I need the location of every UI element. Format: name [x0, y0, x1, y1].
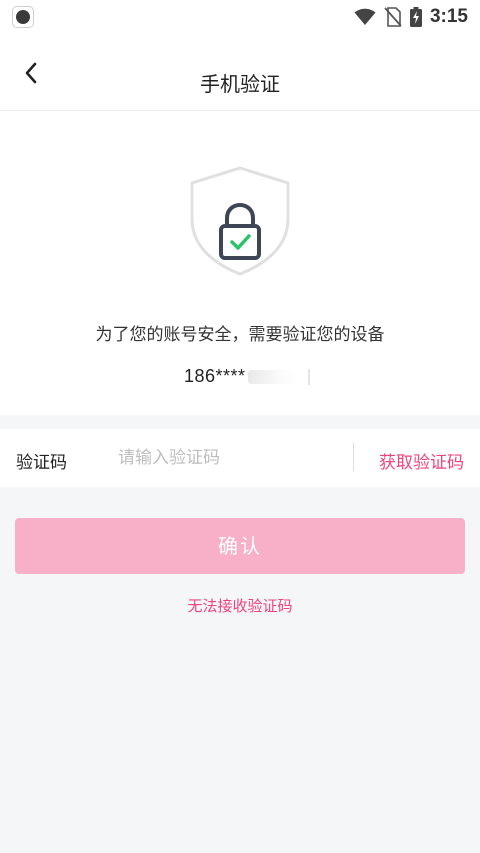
code-input[interactable] — [118, 443, 338, 473]
divider — [353, 443, 354, 471]
app-notification-icon — [12, 6, 34, 28]
get-code-button[interactable]: 获取验证码 — [379, 448, 464, 473]
status-bar: 3:15 — [0, 0, 480, 34]
wifi-icon — [354, 8, 376, 25]
status-icons: 3:15 — [354, 4, 468, 30]
hero-section: 为了您的账号安全，需要验证您的设备 186**** — [0, 111, 480, 415]
code-label: 验证码 — [16, 453, 67, 473]
phone-number: 186**** — [184, 366, 246, 386]
confirm-button[interactable]: 确认 — [15, 518, 465, 574]
nav-bar: 手机验证 — [0, 34, 480, 111]
verification-code-row: 验证码 获取验证码 — [0, 429, 480, 487]
security-hint: 为了您的账号安全，需要验证您的设备 — [95, 325, 385, 345]
battery-charging-icon — [409, 7, 422, 27]
phone-redaction-bar — [307, 368, 310, 385]
cannot-receive-code-link[interactable]: 无法接收验证码 — [0, 595, 480, 616]
shield-lock-icon — [190, 166, 290, 276]
masked-phone: 186**** — [184, 366, 310, 387]
no-sim-icon — [384, 7, 402, 27]
phone-redaction — [247, 369, 300, 384]
status-time: 3:15 — [429, 6, 468, 27]
page-title: 手机验证 — [200, 72, 280, 96]
